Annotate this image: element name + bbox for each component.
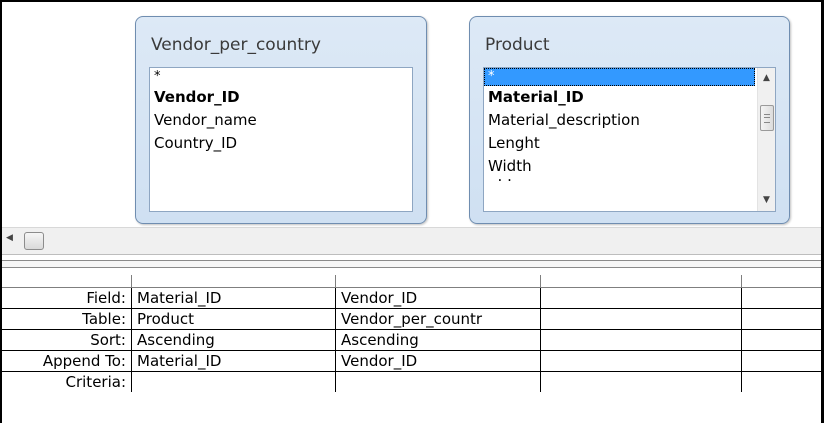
column-selector[interactable]	[540, 275, 741, 287]
field-vendor-name[interactable]: Vendor_name	[150, 109, 412, 132]
field-list[interactable]: * Material_ID Material_description Lengh…	[483, 67, 776, 212]
grid-cell[interactable]: Vendor_ID	[335, 351, 540, 371]
grid-row-sort: Sort: Ascending Ascending	[2, 330, 821, 351]
field-material-description[interactable]: Material_description	[484, 109, 757, 132]
grid-cell[interactable]	[540, 288, 741, 308]
grid-cell[interactable]	[335, 372, 540, 392]
grid-cell[interactable]: Material_ID	[131, 288, 335, 308]
table-title[interactable]: Product	[485, 35, 550, 55]
scroll-left-arrow-icon[interactable]: ◀	[6, 233, 13, 243]
grid-cell[interactable]	[540, 330, 741, 350]
grid-cell[interactable]: Material_ID	[131, 351, 335, 371]
field-lenght[interactable]: Lenght	[484, 132, 757, 155]
scroll-thumb[interactable]	[760, 105, 774, 131]
grid-cell[interactable]: Product	[131, 309, 335, 329]
query-design-window: Vendor_per_country * Vendor_ID Vendor_na…	[0, 0, 824, 423]
field-list-scrollbar[interactable]: ▲ ▼	[757, 68, 775, 211]
table-title[interactable]: Vendor_per_country	[151, 35, 321, 55]
query-design-grid: Field: Material_ID Vendor_ID Table: Prod…	[2, 275, 821, 392]
column-selector[interactable]	[131, 275, 335, 287]
grid-cell[interactable]	[741, 330, 821, 350]
grid-cell[interactable]	[540, 309, 741, 329]
column-selector[interactable]	[741, 275, 821, 287]
column-selector[interactable]	[335, 275, 540, 287]
grid-cell[interactable]	[540, 351, 741, 371]
grid-cell[interactable]: Ascending	[131, 330, 335, 350]
field-width[interactable]: Width	[484, 155, 757, 178]
grid-cell[interactable]	[741, 288, 821, 308]
grid-row-append-to: Append To: Material_ID Vendor_ID	[2, 351, 821, 372]
pane-splitter[interactable]	[2, 260, 821, 268]
field-material-id[interactable]: Material_ID	[484, 86, 757, 109]
row-label-sort: Sort:	[2, 330, 128, 350]
row-label-append-to: Append To:	[2, 351, 128, 371]
field-country-id[interactable]: Country_ID	[150, 132, 412, 155]
grid-cell[interactable]: Vendor_ID	[335, 288, 540, 308]
grid-cell[interactable]	[741, 372, 821, 392]
field-list[interactable]: * Vendor_ID Vendor_name Country_ID	[149, 67, 413, 212]
row-label-criteria: Criteria:	[2, 372, 128, 392]
grid-row-criteria: Criteria:	[2, 372, 821, 392]
table-pane: Vendor_per_country * Vendor_ID Vendor_na…	[2, 2, 821, 224]
scroll-up-arrow-icon[interactable]: ▲	[758, 70, 775, 87]
table-pane-horizontal-scrollbar[interactable]: ◀	[2, 227, 821, 255]
table-box-product[interactable]: Product * Material_ID Material_descripti…	[469, 16, 790, 224]
scroll-down-arrow-icon[interactable]: ▼	[758, 192, 775, 209]
row-label-table: Table:	[2, 309, 128, 329]
grid-cell[interactable]: Ascending	[335, 330, 540, 350]
field-partial[interactable]: . .	[484, 178, 757, 192]
grid-cell[interactable]	[131, 372, 335, 392]
scroll-thumb[interactable]	[24, 232, 44, 250]
row-label-field: Field:	[2, 288, 128, 308]
field-vendor-id[interactable]: Vendor_ID	[150, 86, 412, 109]
table-box-vendor-per-country[interactable]: Vendor_per_country * Vendor_ID Vendor_na…	[135, 16, 427, 224]
grid-cell[interactable]	[741, 309, 821, 329]
grid-row-field: Field: Material_ID Vendor_ID	[2, 288, 821, 309]
field-all-columns[interactable]: *	[484, 68, 755, 86]
grid-cell[interactable]	[540, 372, 741, 392]
field-all-columns[interactable]: *	[150, 68, 412, 86]
grid-column-selector-row	[2, 275, 821, 288]
grid-cell[interactable]	[741, 351, 821, 371]
grid-cell[interactable]: Vendor_per_countr	[335, 309, 540, 329]
grid-row-table: Table: Product Vendor_per_countr	[2, 309, 821, 330]
